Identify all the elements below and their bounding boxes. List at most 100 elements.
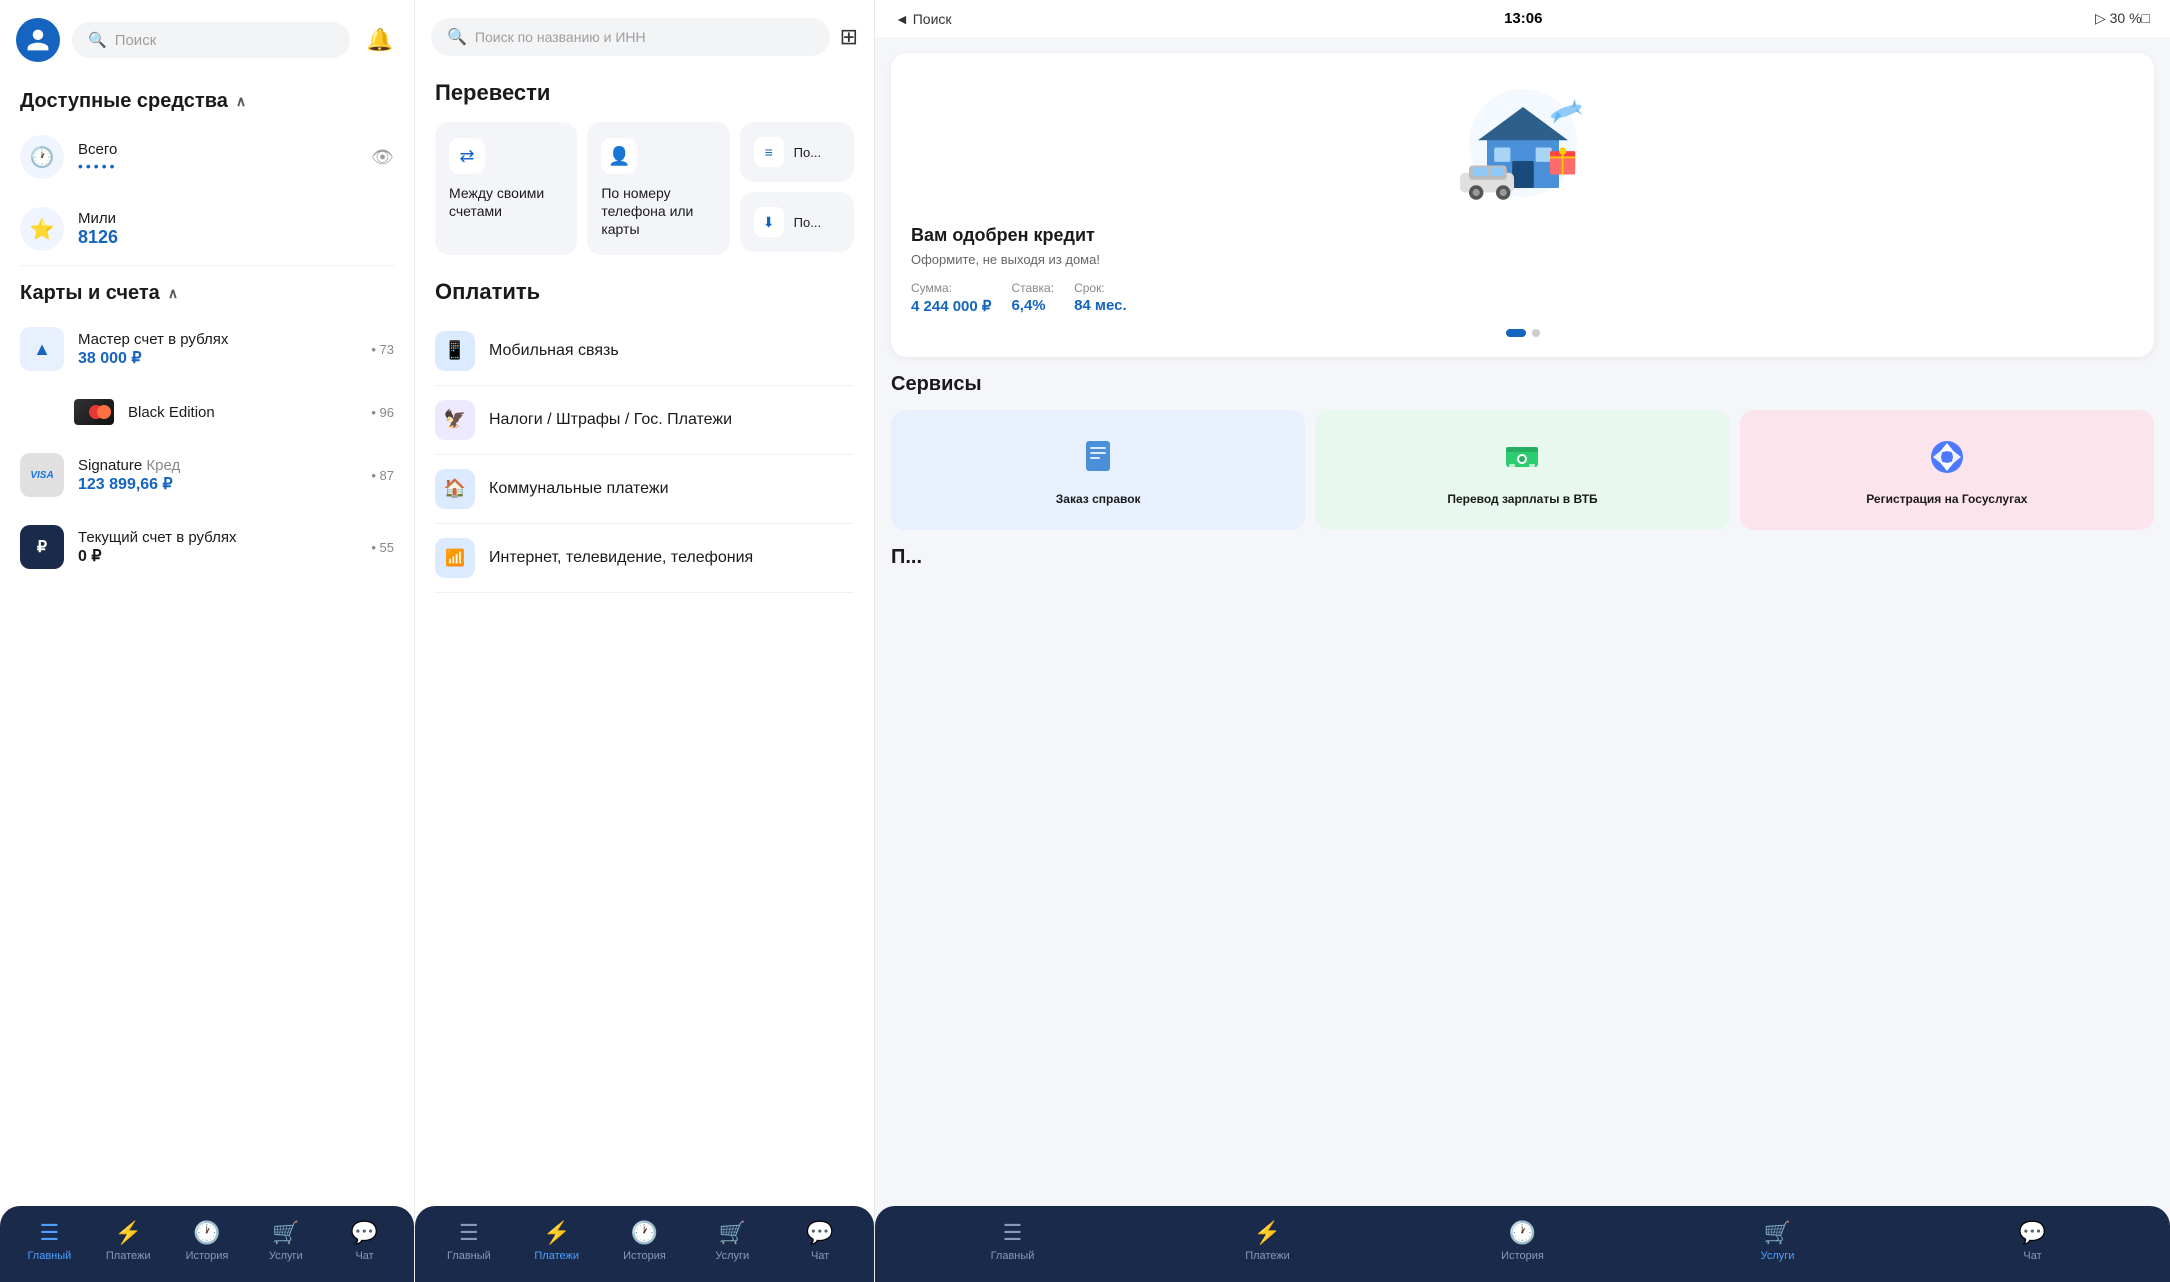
bottom-nav-middle: ☰ Главный ⚡ Платежи 🕐 История 🛒 Услуги 💬… [415, 1206, 874, 1282]
account-number-master: • 73 [371, 342, 394, 357]
bottom-nav-left: ☰ Главный ⚡ Платежи 🕐 История 🛒 Услуги 💬… [0, 1206, 414, 1282]
middle-panel: 🔍 Поиск по названию и ИНН ⊞ Перевести ⇄ … [415, 0, 875, 1282]
nav-history-right[interactable]: 🕐 История [1493, 1220, 1553, 1262]
banner-stats: Сумма: 4 244 000 ₽ Ставка: 6,4% Срок: 84… [911, 281, 2134, 315]
partial-title: П... [891, 546, 2154, 569]
nav-payments-right[interactable]: ⚡ Платежи [1238, 1220, 1298, 1262]
service-card-salary[interactable]: Перевод зарплаты в ВТБ [1315, 410, 1729, 530]
salary-icon [1497, 432, 1547, 482]
account-amount-signature: 123 899,66 ₽ [78, 474, 357, 494]
banner-subtitle: Оформите, не выходя из дома! [911, 252, 2134, 267]
list-item[interactable]: ▲ Мастер счет в рублях 38 000 ₽ • 73 [0, 313, 414, 385]
search-icon-middle: 🔍 [447, 27, 467, 47]
list-item[interactable]: ₽ Текущий счет в рублях 0 ₽ • 55 [0, 511, 414, 583]
total-balance-item: 🕐 Всего ••••• 👁 [0, 121, 414, 193]
transfer-card-own[interactable]: ⇄ Между своими счетами [435, 122, 577, 255]
taxes-icon: 🦅 [435, 400, 475, 440]
cards-chevron-icon[interactable]: ∧ [168, 285, 178, 302]
service-card-gosuslugi[interactable]: Регистрация на Госуслугах [1740, 410, 2154, 530]
nav-item-chat[interactable]: 💬 Чат [335, 1220, 395, 1262]
home-icon-mid: ☰ [459, 1220, 479, 1246]
time-display: 13:06 [1504, 10, 1542, 27]
total-label: Всего [78, 141, 357, 158]
right-scroll-content: Вам одобрен кредит Оформите, не выходя и… [875, 37, 2170, 1239]
dot-1 [1506, 329, 1526, 337]
transfer-small-label-2: По... [794, 215, 821, 230]
nav-item-history[interactable]: 🕐 История [177, 1220, 237, 1262]
account-amount-master: 38 000 ₽ [78, 348, 357, 368]
chat-icon-mid: 💬 [806, 1220, 833, 1246]
nav-item-main[interactable]: ☰ Главный [19, 1220, 79, 1262]
status-bar: ◄ Поиск 13:06 ▷ 30 %□ [875, 0, 2170, 37]
pay-title: Оплатить [435, 279, 854, 305]
stat-rate-label: Ставка: [1011, 281, 1054, 295]
nav-item-services[interactable]: 🛒 Услуги [256, 1220, 316, 1262]
cards-title: Карты и счета ∧ [0, 266, 414, 313]
transfer-section: Перевести ⇄ Между своими счетами 👤 По но… [415, 68, 874, 255]
pay-item-taxes-label: Налоги / Штрафы / Гос. Платежи [489, 411, 732, 429]
pay-item-utilities[interactable]: 🏠 Коммунальные платежи [435, 455, 854, 524]
chevron-up-icon[interactable]: ∧ [236, 93, 246, 110]
search-bar-left[interactable]: 🔍 Поиск [72, 22, 350, 58]
search-icon-left: 🔍 [88, 31, 107, 49]
lightning-icon-right: ⚡ [1254, 1220, 1281, 1246]
rub-icon: ₽ [20, 525, 64, 569]
miles-label: Мили [78, 210, 394, 227]
bottom-nav-right: ☰ Главный ⚡ Платежи 🕐 История 🛒 Услуги 💬… [875, 1206, 2170, 1282]
arrows-icon: ⇄ [449, 138, 485, 174]
pay-item-utilities-label: Коммунальные платежи [489, 480, 669, 498]
carousel-dots [911, 329, 2134, 337]
nav-services-mid[interactable]: 🛒 Услуги [702, 1220, 762, 1262]
pay-section: Оплатить 📱 Мобильная связь 🦅 Налоги / Шт… [415, 271, 874, 593]
battery-indicator: ▷ 30 %□ [2095, 10, 2150, 27]
nav-history-mid[interactable]: 🕐 История [614, 1220, 674, 1262]
left-header: 🔍 Поиск 🔔 [0, 0, 414, 74]
download-icon: ⬇ [754, 207, 784, 237]
nav-main-mid[interactable]: ☰ Главный [439, 1220, 499, 1262]
list-item[interactable]: Black Edition • 96 [0, 385, 414, 439]
lightning-icon: ⚡ [114, 1220, 141, 1246]
service-label-gosuslugi: Регистрация на Госуслугах [1866, 492, 2027, 508]
account-amount-current: 0 ₽ [78, 546, 357, 566]
eye-icon[interactable]: 👁 [371, 147, 394, 168]
list-item[interactable]: VISA Signature Кред 123 899,66 ₽ • 87 [0, 439, 414, 511]
home-icon-right: ☰ [1003, 1220, 1023, 1246]
nav-main-right[interactable]: ☰ Главный [983, 1220, 1043, 1262]
nav-payments-mid[interactable]: ⚡ Платежи [527, 1220, 587, 1262]
account-name-black: Black Edition [128, 404, 357, 421]
service-card-certificates[interactable]: Заказ справок [891, 410, 1305, 530]
available-funds-title: Доступные средства ∧ [0, 74, 414, 121]
search-bar-middle[interactable]: 🔍 Поиск по названию и ИНН [431, 18, 830, 56]
master-account-icon: ▲ [20, 327, 64, 371]
nav-chat-right[interactable]: 💬 Чат [2003, 1220, 2063, 1262]
pay-item-internet-label: Интернет, телевидение, телефония [489, 549, 753, 567]
search-placeholder-left: Поиск [115, 32, 157, 49]
list-icon: ≡ [754, 137, 784, 167]
pay-item-mobile[interactable]: 📱 Мобильная связь [435, 317, 854, 386]
dot-2 [1532, 329, 1540, 337]
banner-title: Вам одобрен кредит [911, 225, 2134, 246]
credit-banner: Вам одобрен кредит Оформите, не выходя и… [891, 53, 2154, 357]
notification-icon[interactable]: 🔔 [362, 22, 398, 58]
pay-item-taxes[interactable]: 🦅 Налоги / Штрафы / Гос. Платежи [435, 386, 854, 455]
history-icon: 🕐 [193, 1220, 220, 1246]
stat-sum-value: 4 244 000 ₽ [911, 297, 991, 315]
nav-item-payments[interactable]: ⚡ Платежи [98, 1220, 158, 1262]
clock-icon: 🕐 [20, 135, 64, 179]
nav-chat-mid[interactable]: 💬 Чат [790, 1220, 850, 1262]
visa-icon: VISA [20, 453, 64, 497]
transfer-own-label: Между своими счетами [449, 184, 563, 220]
back-label: ◄ Поиск [895, 11, 952, 27]
banner-illustration [911, 73, 2134, 213]
pay-item-internet[interactable]: 📶 Интернет, телевидение, телефония [435, 524, 854, 593]
services-grid: Заказ справок Перево [891, 410, 2154, 530]
transfer-card-phone[interactable]: 👤 По номеру телефона или карты [587, 122, 729, 255]
history-icon-mid: 🕐 [631, 1220, 658, 1246]
transfer-small-2[interactable]: ⬇ По... [740, 192, 854, 252]
avatar[interactable] [16, 18, 60, 62]
gosuslugi-icon [1922, 432, 1972, 482]
nav-services-right[interactable]: 🛒 Услуги [1748, 1220, 1808, 1262]
transfer-small-label-1: По... [794, 145, 821, 160]
transfer-small-1[interactable]: ≡ По... [740, 122, 854, 182]
qr-icon[interactable]: ⊞ [840, 24, 858, 50]
